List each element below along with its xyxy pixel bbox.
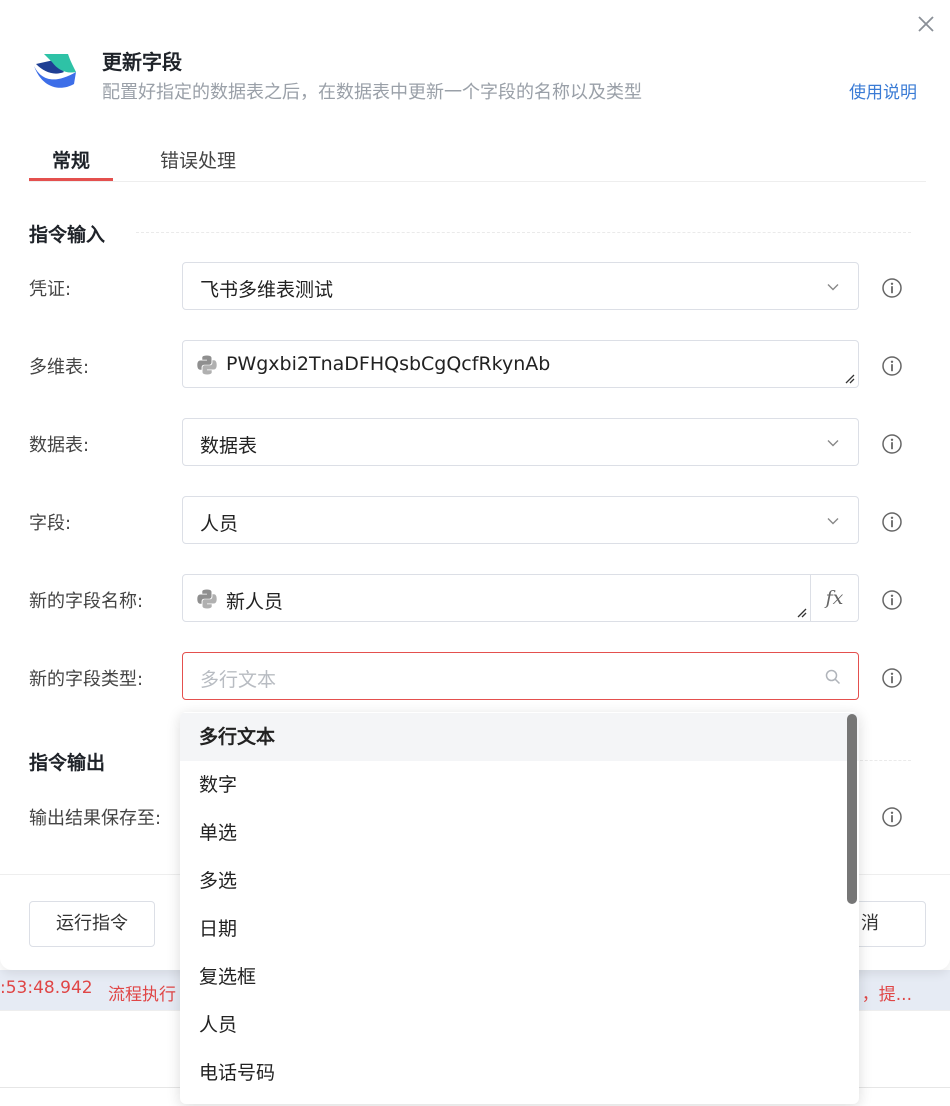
dialog-subtitle: 配置好指定的数据表之后，在数据表中更新一个字段的名称以及类型 xyxy=(102,82,642,103)
section-output-title: 指令输出 xyxy=(29,752,106,774)
dropdown-option[interactable]: 人员 xyxy=(180,1001,859,1049)
log-message-tail: ，提... xyxy=(861,985,912,1005)
help-link[interactable]: 使用说明 xyxy=(849,78,917,103)
run-command-button[interactable]: 运行指令 xyxy=(29,901,155,947)
dropdown-scrollbar[interactable] xyxy=(847,714,857,904)
field-value: 人员 xyxy=(200,513,239,535)
field-label: 字段: xyxy=(29,513,72,534)
resize-handle-icon[interactable] xyxy=(843,372,855,384)
bitable-input[interactable]: PWgxbi2TnaDFHQsbCgQcfRkynAb xyxy=(182,340,859,388)
field-select[interactable]: 人员 xyxy=(182,496,859,544)
dropdown-option[interactable]: 电话号码 xyxy=(180,1049,859,1097)
tab-general[interactable]: 常规 xyxy=(29,146,113,181)
dropdown-option[interactable]: 多选 xyxy=(180,857,859,905)
dropdown-option[interactable]: 复选框 xyxy=(180,953,859,1001)
field-type-dropdown: 多行文本 数字 单选 多选 日期 复选框 人员 电话号码 xyxy=(180,712,859,1104)
info-icon[interactable] xyxy=(881,277,903,299)
section-divider xyxy=(136,232,911,233)
new-name-value: 新人员 xyxy=(226,591,284,613)
credential-value: 飞书多维表测试 xyxy=(200,279,334,301)
table-label: 数据表: xyxy=(29,435,90,456)
info-icon[interactable] xyxy=(881,433,903,455)
search-icon xyxy=(825,669,841,685)
info-icon[interactable] xyxy=(881,589,903,611)
output-save-label: 输出结果保存至: xyxy=(29,808,162,829)
dropdown-option[interactable]: 日期 xyxy=(180,905,859,953)
close-icon[interactable] xyxy=(914,12,938,36)
new-name-input[interactable]: 新人员 xyxy=(182,574,811,622)
info-icon[interactable] xyxy=(881,355,903,377)
python-icon xyxy=(197,355,217,375)
dropdown-option[interactable]: 多行文本 xyxy=(180,713,859,761)
section-divider xyxy=(860,760,911,761)
tab-error-handling[interactable]: 错误处理 xyxy=(160,146,236,173)
resize-handle-icon[interactable] xyxy=(795,606,807,618)
section-input-title: 指令输入 xyxy=(29,224,106,246)
chevron-down-icon xyxy=(827,284,839,291)
log-message: 流程执行 xyxy=(108,985,176,1005)
chevron-down-icon xyxy=(827,440,839,447)
chevron-down-icon xyxy=(827,518,839,525)
table-select[interactable]: 数据表 xyxy=(182,418,859,466)
dropdown-option[interactable]: 单选 xyxy=(180,809,859,857)
bitable-value: PWgxbi2TnaDFHQsbCgQcfRkynAb xyxy=(226,353,551,375)
fx-button[interactable]: fx xyxy=(811,574,859,622)
info-icon[interactable] xyxy=(881,806,903,828)
new-type-placeholder: 多行文本 xyxy=(200,669,277,691)
table-value: 数据表 xyxy=(200,435,258,457)
bitable-label: 多维表: xyxy=(29,357,90,378)
new-type-select[interactable]: 多行文本 xyxy=(182,652,859,700)
tab-bar: 常规 错误处理 xyxy=(29,140,926,182)
info-icon[interactable] xyxy=(881,667,903,689)
info-icon[interactable] xyxy=(881,511,903,533)
credential-select[interactable]: 飞书多维表测试 xyxy=(182,262,859,310)
new-type-label: 新的字段类型: xyxy=(29,669,144,690)
dropdown-option[interactable]: 数字 xyxy=(180,761,859,809)
dialog-title: 更新字段 xyxy=(102,50,182,74)
new-name-label: 新的字段名称: xyxy=(29,591,144,612)
python-icon xyxy=(197,589,217,609)
log-timestamp: :53:48.942 xyxy=(0,978,93,998)
app-logo-icon xyxy=(34,54,76,88)
credential-label: 凭证: xyxy=(29,279,72,300)
